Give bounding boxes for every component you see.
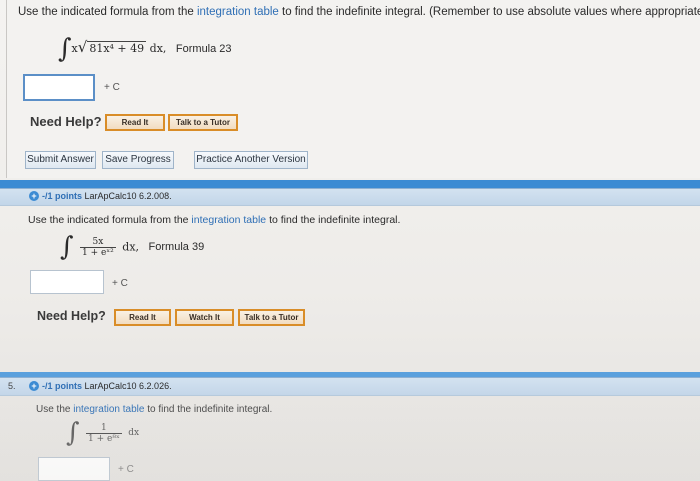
integration-table-link[interactable]: integration table: [197, 6, 279, 18]
radicand: 81x⁴ + 49: [87, 41, 147, 55]
plus-c-label: + C: [104, 82, 120, 93]
answer-input[interactable]: [23, 74, 95, 101]
answer-input[interactable]: [30, 270, 104, 294]
question-divider: [0, 180, 700, 188]
points-label: -/1 points: [42, 191, 82, 201]
question-header-text: -/1 points LarApCalc10 6.2.008.: [42, 191, 172, 201]
integration-table-link[interactable]: integration table: [191, 214, 266, 226]
numerator: 5x: [80, 237, 116, 248]
question-number: 5.: [8, 381, 16, 391]
question-prompt: Use the indicated formula from the integ…: [28, 214, 401, 226]
integral-sign: ∫: [66, 418, 80, 448]
talk-to-tutor-button[interactable]: Talk to a Tutor: [168, 114, 238, 131]
homework-page: Use the indicated formula from the integ…: [0, 0, 700, 481]
question-prompt: Use the integration table to find the in…: [36, 404, 273, 415]
integral-expression: ∫x√ 81x⁴ + 49 dx, Formula 23: [58, 34, 232, 64]
plus-c-label: + C: [112, 278, 128, 289]
expand-plus-icon[interactable]: +: [29, 191, 39, 201]
save-progress-button[interactable]: Save Progress: [102, 151, 174, 169]
integral-sign: ∫: [58, 34, 72, 64]
formula-label: Formula 39: [148, 241, 205, 253]
submit-answer-button[interactable]: Submit Answer: [25, 151, 96, 169]
answer-input[interactable]: [38, 457, 110, 481]
need-help-label: Need Help?: [30, 114, 102, 129]
points-label: -/1 points: [42, 381, 82, 391]
source-label: LarApCalc10 6.2.026.: [84, 381, 172, 391]
radical-sign: √: [77, 38, 88, 56]
question-header-text: -/1 points LarApCalc10 6.2.026.: [42, 381, 172, 391]
integral-expression: ∫ 5x 1 + eˣ² dx, Formula 39: [60, 232, 205, 262]
talk-to-tutor-button[interactable]: Talk to a Tutor: [238, 309, 305, 326]
integral-expression: ∫ 1 1 + e⁸ˣ dx: [66, 418, 140, 448]
numerator: 1: [86, 423, 122, 434]
integral-sign: ∫: [60, 232, 74, 262]
integration-table-link[interactable]: integration table: [73, 404, 144, 415]
need-help-label: Need Help?: [37, 309, 106, 323]
formula-label: Formula 23: [175, 43, 232, 55]
source-label: LarApCalc10 6.2.008.: [84, 191, 172, 201]
plus-c-label: + C: [118, 464, 134, 475]
denominator: 1 + eˣ²: [82, 247, 114, 258]
read-it-button[interactable]: Read It: [105, 114, 165, 131]
practice-another-version-button[interactable]: Practice Another Version: [194, 151, 308, 169]
fraction: 1 1 + e⁸ˣ: [86, 423, 122, 444]
fraction: 5x 1 + eˣ²: [80, 237, 116, 258]
question-prompt: Use the indicated formula from the integ…: [18, 6, 700, 18]
denominator: 1 + e⁸ˣ: [88, 433, 120, 444]
read-it-button[interactable]: Read It: [114, 309, 171, 326]
expand-plus-icon[interactable]: +: [29, 381, 39, 391]
watch-it-button[interactable]: Watch It: [175, 309, 234, 326]
